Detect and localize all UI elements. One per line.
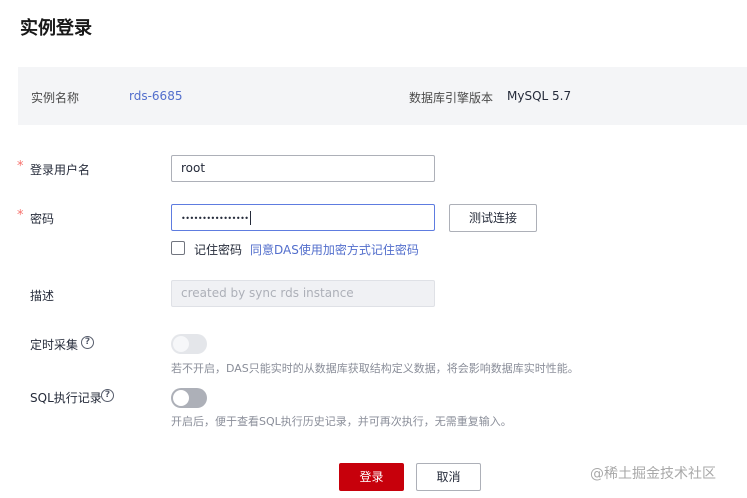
instance-name-link[interactable]: rds-6685 [129,89,182,103]
remember-password-label: 记住密码 [194,243,243,257]
password-required-mark: * [17,208,24,223]
instance-name-label: 实例名称 [31,91,80,105]
watermark: @稀土掘金技术社区 [590,466,716,482]
description-label: 描述 [30,289,55,303]
instance-info-panel: 实例名称 rds-6685 数据库引擎版本 MySQL 5.7 [18,67,747,125]
remember-password-checkbox[interactable] [171,241,185,255]
password-label: 密码 [30,212,55,226]
description-placeholder: created by sync rds instance [181,286,354,300]
username-input[interactable]: root [171,155,435,182]
scheduled-collection-toggle[interactable] [171,334,207,354]
scheduled-collection-hint: 若不开启，DAS只能实时的从数据库获取结构定义数据，将会影响数据库实时性能。 [171,362,579,375]
toggle-knob [173,390,189,406]
engine-version-value: MySQL 5.7 [507,89,572,103]
description-input[interactable]: created by sync rds instance [171,280,435,307]
text-caret [249,210,251,225]
engine-version-label: 数据库引擎版本 [409,91,494,105]
test-connection-button[interactable]: 测试连接 [449,204,537,232]
scheduled-collection-label: 定时采集 [30,338,79,352]
sql-log-label: SQL执行记录 [30,391,102,405]
username-required-mark: * [17,159,24,174]
page-title: 实例登录 [20,18,92,39]
username-label: 登录用户名 [30,163,91,177]
login-button[interactable]: 登录 [339,463,404,491]
encrypt-consent-link[interactable]: 同意DAS使用加密方式记住密码 [250,241,419,258]
cancel-button[interactable]: 取消 [416,463,481,491]
question-circle-icon[interactable]: ? [81,336,94,349]
username-value: root [181,161,206,175]
sql-log-hint: 开启后，便于查看SQL执行历史记录，并可再次执行，无需重复输入。 [171,415,512,428]
sql-log-toggle[interactable] [171,388,207,408]
question-circle-icon[interactable]: ? [101,389,114,402]
password-masked-value: •••••••••••••••• [181,214,249,223]
password-input[interactable]: •••••••••••••••• [171,204,435,231]
toggle-knob [173,336,189,352]
